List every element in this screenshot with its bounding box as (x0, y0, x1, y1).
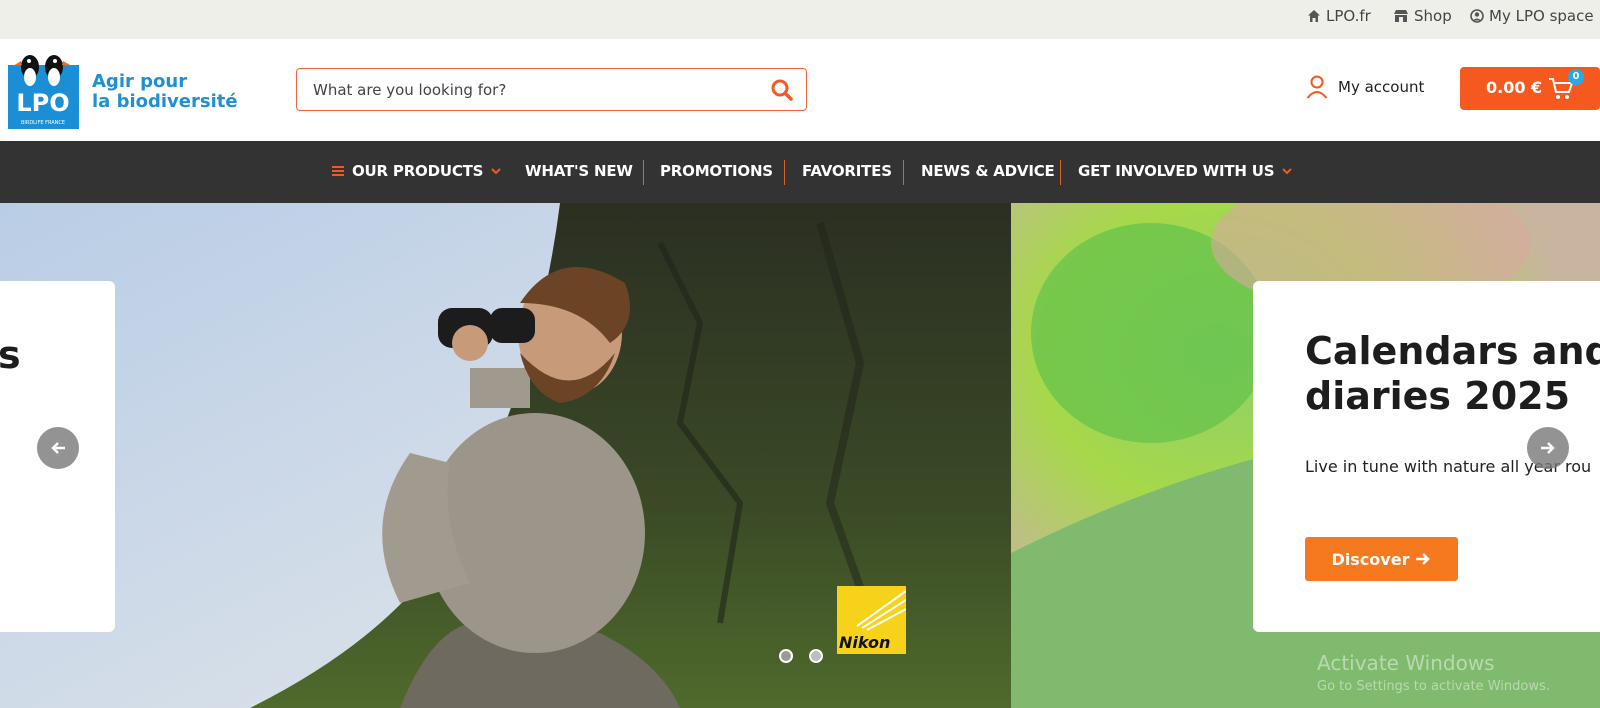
tagline-line-2: la biodiversité (92, 91, 238, 112)
cart-button[interactable]: 0.00 € 0 (1460, 67, 1600, 110)
user-circle-icon (1470, 9, 1484, 23)
link-shop[interactable]: Shop (1393, 7, 1452, 42)
nav-whats-new[interactable]: WHAT'S NEW (525, 162, 633, 180)
cart-total: 0.00 € (1486, 78, 1543, 97)
lpo-logo[interactable]: LPO BIRDLIFE FRANCE (8, 47, 79, 129)
nav-divider (1060, 160, 1061, 185)
logo-text: LPO (16, 89, 69, 117)
discover-button[interactable]: Discover (1305, 537, 1458, 581)
main-navigation: OUR PRODUCTS WHAT'S NEW PROMOTIONS FAVOR… (0, 141, 1600, 203)
activate-windows-watermark: Activate Windows Go to Settings to activ… (1317, 651, 1550, 694)
nav-promotions[interactable]: PROMOTIONS (660, 162, 773, 180)
search-input[interactable] (313, 79, 743, 101)
nikon-logo-text: Nikon (839, 633, 891, 652)
nav-news-advice[interactable]: NEWS & ADVICE (921, 162, 1055, 180)
nav-news-advice-label: NEWS & ADVICE (921, 162, 1055, 180)
brand-tagline: Agir pour la biodiversité (92, 72, 238, 112)
nav-our-products-label: OUR PRODUCTS (352, 162, 484, 180)
tagline-line-1: Agir pour (92, 71, 188, 92)
nav-get-involved[interactable]: GET INVOLVED WITH US (1078, 162, 1293, 180)
carousel-next-button[interactable] (1527, 427, 1569, 469)
top-utility-bar: LPO.fr Shop My LPO space (0, 0, 1600, 42)
previous-slide-title-fragment: s (0, 333, 21, 377)
search-button[interactable] (770, 78, 794, 102)
carousel-dot-2[interactable] (809, 649, 823, 663)
home-icon (1308, 10, 1320, 22)
link-my-lpo-space-label: My LPO space (1489, 7, 1594, 25)
discover-button-label: Discover (1331, 549, 1410, 569)
logo-subtext: BIRDLIFE FRANCE (21, 120, 65, 126)
nav-our-products[interactable]: OUR PRODUCTS (332, 162, 501, 180)
nav-divider (643, 160, 644, 185)
nikon-logo: Nikon (837, 586, 906, 654)
nav-divider (784, 160, 785, 185)
arrow-right-icon (1541, 442, 1555, 454)
slide-title: Calendars and diaries 2025 (1305, 329, 1600, 418)
chevron-down-icon (1282, 168, 1293, 175)
carousel-dot-1[interactable] (779, 649, 793, 663)
nav-whats-new-label: WHAT'S NEW (525, 162, 633, 180)
link-shop-label: Shop (1414, 7, 1452, 25)
watermark-line-1: Activate Windows (1317, 651, 1495, 675)
shop-icon (1394, 10, 1408, 22)
carousel-prev-button[interactable] (37, 427, 79, 469)
arrow-right-icon (1416, 553, 1431, 565)
my-account-label: My account (1338, 78, 1425, 96)
hero-carousel: Nikon s Calendars and diaries 2025 Live … (0, 203, 1600, 708)
nav-favorites[interactable]: FAVORITES (802, 162, 892, 180)
search-icon (771, 79, 793, 101)
arrow-left-icon (51, 442, 65, 454)
link-lpo-fr-label: LPO.fr (1326, 7, 1371, 25)
chevron-down-icon (491, 168, 501, 175)
cart-count-badge: 0 (1568, 69, 1584, 85)
nav-favorites-label: FAVORITES (802, 162, 892, 180)
my-account-link[interactable]: My account (1306, 75, 1424, 99)
link-lpo-fr[interactable]: LPO.fr (1307, 7, 1371, 25)
hero-image-birdwatcher: Nikon (0, 203, 1011, 708)
search-box (296, 68, 807, 111)
watermark-line-2: Go to Settings to activate Windows. (1317, 679, 1550, 694)
link-my-lpo-space[interactable]: My LPO space (1470, 7, 1594, 25)
nav-get-involved-label: GET INVOLVED WITH US (1078, 162, 1275, 180)
user-icon (1306, 75, 1328, 99)
site-header: LPO BIRDLIFE FRANCE Agir pour la biodive… (0, 39, 1600, 141)
menu-icon (332, 166, 344, 176)
nav-promotions-label: PROMOTIONS (660, 162, 773, 180)
nav-divider (903, 160, 904, 185)
